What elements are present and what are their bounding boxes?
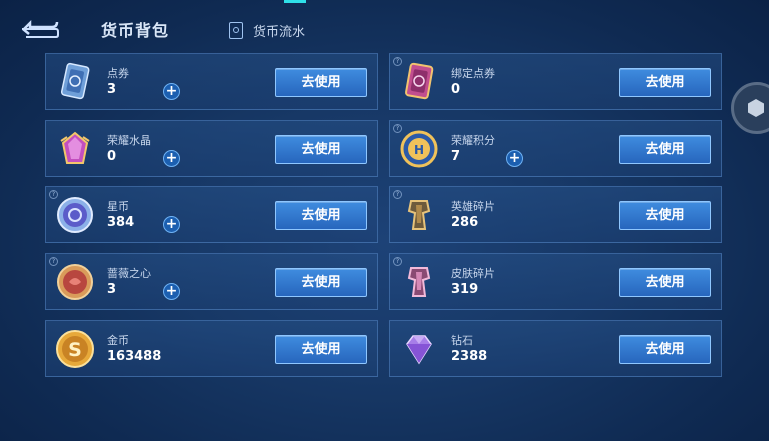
use-star-coin-button[interactable]: 去使用 xyxy=(275,201,367,230)
add-rose-heart-button[interactable]: + xyxy=(163,283,180,300)
glory-crystal-icon xyxy=(60,131,90,164)
currency-count: 7 xyxy=(451,149,461,164)
currency-name: 荣耀水晶 xyxy=(107,134,151,147)
currency-count: 3 xyxy=(107,82,117,97)
svg-text:S: S xyxy=(68,339,82,361)
currency-count: 163488 xyxy=(107,349,162,364)
svg-text:H: H xyxy=(414,143,424,157)
currency-name: 荣耀积分 xyxy=(451,134,495,147)
currency-flow-link[interactable]: 货币流水 xyxy=(229,20,305,40)
currency-card-hero-fragment: ? 英雄碎片 286 去使用 xyxy=(389,186,722,243)
currency-card-glory-points: ? H 荣耀积分 7 + 去使用 xyxy=(389,120,722,177)
use-diamond-button[interactable]: 去使用 xyxy=(619,335,711,364)
use-rose-heart-button[interactable]: 去使用 xyxy=(275,268,367,297)
use-bound-coupon-button[interactable]: 去使用 xyxy=(619,68,711,97)
hero-fragment-icon xyxy=(407,200,431,230)
currency-name: 星币 xyxy=(107,200,129,213)
currency-card-skin-fragment: ? 皮肤碎片 319 去使用 xyxy=(389,253,722,310)
currency-count: 2388 xyxy=(451,349,488,364)
add-glory-points-button[interactable]: + xyxy=(506,150,523,167)
currency-card-coupon: 点券 3 + 去使用 xyxy=(45,53,378,110)
currency-name: 英雄碎片 xyxy=(451,200,495,213)
currency-name: 金币 xyxy=(107,334,129,347)
back-arrow-icon[interactable] xyxy=(20,18,60,40)
gold-coin-icon: S xyxy=(56,330,94,368)
add-coupon-button[interactable]: + xyxy=(163,83,180,100)
bound-coupon-card-icon xyxy=(405,62,434,100)
coupon-card-icon xyxy=(60,62,90,100)
skin-fragment-icon xyxy=(407,267,431,297)
ledger-icon xyxy=(229,21,243,39)
use-coupon-button[interactable]: 去使用 xyxy=(275,68,367,97)
currency-count: 286 xyxy=(451,215,479,230)
currency-count: 319 xyxy=(451,282,479,297)
header: 货币背包 货币流水 xyxy=(0,0,769,50)
currency-name: 钻石 xyxy=(451,334,473,347)
page-title: 货币背包 xyxy=(101,21,170,40)
currency-name: 蔷薇之心 xyxy=(107,267,151,280)
diamond-icon xyxy=(406,335,432,365)
use-skin-fragment-button[interactable]: 去使用 xyxy=(619,268,711,297)
add-glory-crystal-button[interactable]: + xyxy=(163,150,180,167)
currency-flow-label: 货币流水 xyxy=(253,24,306,40)
star-coin-icon xyxy=(57,197,93,233)
glory-points-icon: H xyxy=(400,130,438,168)
currency-count: 3 xyxy=(107,282,117,297)
use-glory-crystal-button[interactable]: 去使用 xyxy=(275,135,367,164)
currency-count: 0 xyxy=(107,149,117,164)
currency-card-glory-crystal: 荣耀水晶 0 + 去使用 xyxy=(45,120,378,177)
currency-card-gold-coin: S 金币 163488 去使用 xyxy=(45,320,378,377)
currency-count: 384 xyxy=(107,215,135,230)
side-menu-handle[interactable] xyxy=(731,82,769,134)
use-hero-fragment-button[interactable]: 去使用 xyxy=(619,201,711,230)
currency-card-star-coin: ? 星币 384 + 去使用 xyxy=(45,186,378,243)
currency-card-rose-heart: ? 蔷薇之心 3 + 去使用 xyxy=(45,253,378,310)
currency-count: 0 xyxy=(451,82,461,97)
currency-card-diamond: 钻石 2388 去使用 xyxy=(389,320,722,377)
add-star-coin-button[interactable]: + xyxy=(163,216,180,233)
hexagon-icon xyxy=(748,99,764,117)
rose-heart-icon xyxy=(57,264,93,300)
use-gold-coin-button[interactable]: 去使用 xyxy=(275,335,367,364)
use-glory-points-button[interactable]: 去使用 xyxy=(619,135,711,164)
currency-name: 点券 xyxy=(107,67,129,80)
currency-name: 绑定点券 xyxy=(451,67,495,80)
currency-card-bound-coupon: ? 绑定点券 0 去使用 xyxy=(389,53,722,110)
currency-name: 皮肤碎片 xyxy=(451,267,495,280)
